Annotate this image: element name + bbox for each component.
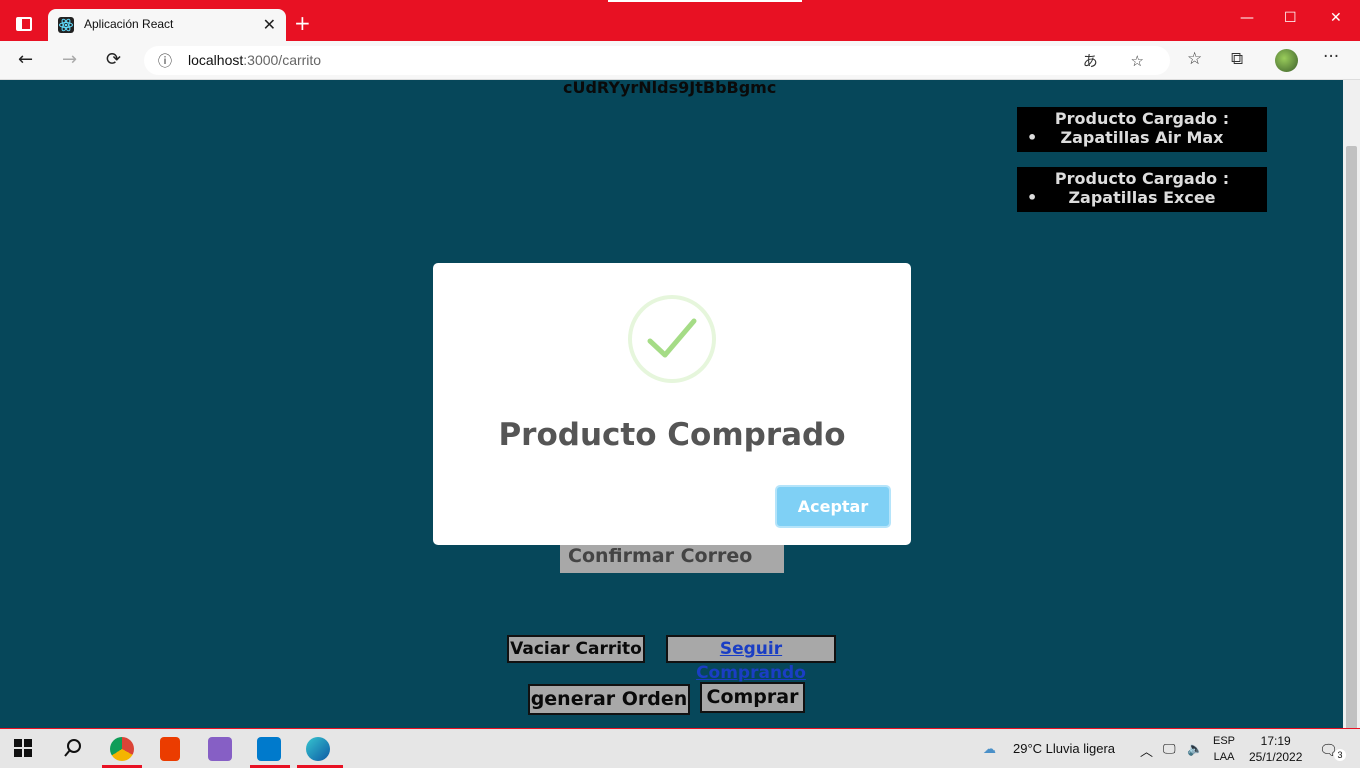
tab-actions-icon[interactable]: [16, 17, 32, 31]
browser-toolbar: ← → ⟳ ⓘ localhost:3000/carrito あ ☆: [0, 41, 1360, 80]
edge-icon[interactable]: [306, 737, 330, 761]
new-tab-button[interactable]: +: [294, 11, 311, 35]
language-indicator[interactable]: ESP LAA: [1213, 733, 1235, 765]
loaded-product-card: Producto Cargado : Zapatillas Excee: [1017, 167, 1267, 212]
url-path: :3000/carrito: [243, 52, 322, 68]
refresh-button[interactable]: ⟳: [106, 49, 121, 70]
chrome-icon[interactable]: [110, 737, 134, 761]
lang-bottom: LAA: [1213, 751, 1235, 763]
network-icon[interactable]: 🖵: [1163, 741, 1176, 757]
tray-chevron-icon[interactable]: ︿: [1140, 741, 1153, 760]
clock-time: 17:19: [1260, 734, 1291, 748]
drag-indicator: [608, 0, 802, 2]
forward-button[interactable]: →: [62, 49, 77, 70]
scrollbar-thumb[interactable]: [1346, 146, 1357, 749]
buy-button[interactable]: Comprar: [700, 682, 805, 713]
dialog-title: Producto Comprado: [498, 417, 846, 453]
more-options-icon[interactable]: ···: [1323, 47, 1339, 67]
generate-order-button[interactable]: generar Orden: [528, 684, 690, 715]
lang-top: ESP: [1213, 735, 1236, 747]
volume-icon[interactable]: 🔈: [1187, 741, 1203, 757]
url-host: localhost: [188, 52, 244, 68]
browser-titlebar: Aplicación React ✕ + — ☐ ✕: [0, 0, 1360, 41]
empty-cart-button[interactable]: Vaciar Carrito: [507, 635, 645, 663]
confirm-email-button[interactable]: Confirmar Correo: [560, 543, 784, 573]
back-button[interactable]: ←: [18, 49, 33, 70]
clock[interactable]: 17:19 25/1/2022: [1249, 733, 1302, 765]
windows-start-icon[interactable]: [14, 739, 34, 759]
notifications-count: 3: [1334, 749, 1346, 761]
product-name: Zapatillas Air Max: [1017, 128, 1267, 147]
collections-icon[interactable]: ⧉: [1231, 49, 1243, 69]
office-icon[interactable]: [160, 737, 180, 761]
address-actions-icon[interactable]: あ ☆: [1083, 50, 1158, 71]
loaded-product-card: Producto Cargado : Zapatillas Air Max: [1017, 107, 1267, 152]
product-label: Producto Cargado :: [1054, 169, 1230, 188]
url-text[interactable]: localhost:3000/carrito: [188, 52, 321, 68]
tab-close-icon[interactable]: ✕: [263, 15, 276, 34]
product-label: Producto Cargado :: [1054, 109, 1230, 128]
profile-avatar[interactable]: [1275, 49, 1298, 72]
product-name: Zapatillas Excee: [1017, 188, 1267, 207]
success-check-icon: [628, 295, 716, 383]
browser-tab[interactable]: Aplicación React ✕: [48, 9, 286, 41]
windows-taskbar: ☁ 29°C Lluvia ligera ︿ 🖵 🔈 ESP LAA 17:19…: [0, 728, 1360, 768]
close-window-button[interactable]: ✕: [1330, 10, 1342, 26]
tab-title: Aplicación React: [84, 17, 174, 31]
visual-studio-icon[interactable]: [208, 737, 232, 761]
favorites-icon[interactable]: ☆: [1187, 49, 1202, 69]
keep-shopping-link[interactable]: Seguir Comprando: [666, 635, 836, 683]
clock-date: 25/1/2022: [1249, 750, 1303, 764]
success-dialog: Producto Comprado Aceptar: [433, 263, 911, 545]
accept-button[interactable]: Aceptar: [775, 485, 891, 528]
page-scrollbar[interactable]: [1343, 80, 1360, 749]
session-token: cUdRYyrNlds9JtBbBgmc: [563, 80, 777, 97]
weather-text[interactable]: 29°C Lluvia ligera: [1013, 741, 1115, 756]
react-favicon-icon: [58, 17, 74, 33]
vscode-icon[interactable]: [257, 737, 281, 761]
search-icon[interactable]: [62, 737, 86, 761]
weather-icon[interactable]: ☁: [983, 741, 996, 757]
minimize-button[interactable]: —: [1240, 10, 1254, 26]
address-bar[interactable]: ⓘ localhost:3000/carrito あ ☆: [144, 46, 1170, 75]
maximize-button[interactable]: ☐: [1284, 10, 1297, 26]
site-info-icon[interactable]: ⓘ: [158, 51, 172, 71]
